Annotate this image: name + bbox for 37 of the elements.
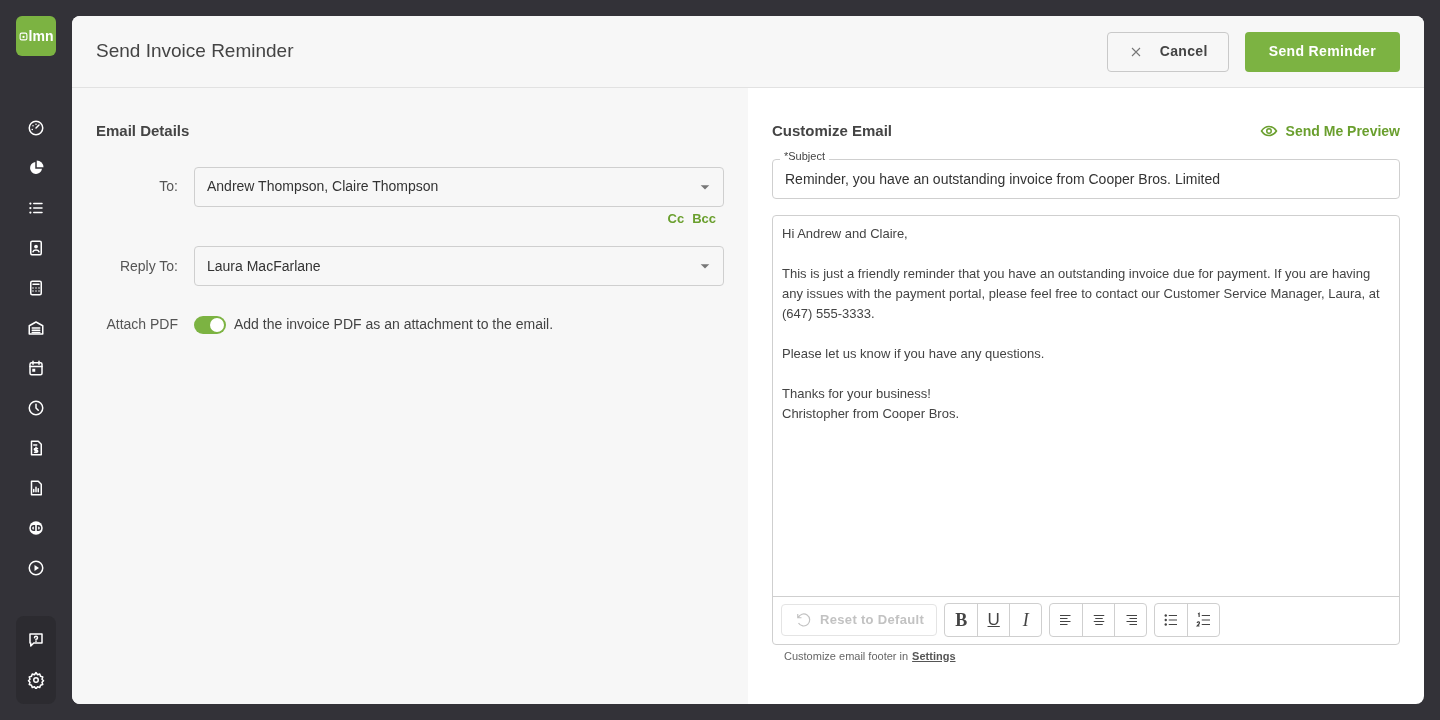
toggle-description: Add the invoice PDF as an attachment to the email. xyxy=(234,315,554,334)
to-select[interactable]: Andrew Thompson, Claire Thompson xyxy=(194,166,724,207)
underline-button[interactable]: U xyxy=(977,604,1010,636)
field-label: Attach PDF xyxy=(105,315,179,334)
body-text: Thanks for your business! xyxy=(782,384,932,403)
toggle-switch[interactable] xyxy=(194,315,226,334)
undo-icon xyxy=(794,611,812,629)
field-label: Reply To: xyxy=(118,256,179,276)
settings-icon xyxy=(27,671,45,689)
dashboard-gauge-icon xyxy=(27,119,45,137)
calendar-icon xyxy=(27,359,45,377)
footer-note: Customize email footer in xyxy=(784,648,909,664)
list-icon xyxy=(27,199,45,217)
play-circle-icon xyxy=(27,559,45,577)
body-text: Hi Andrew and Claire, xyxy=(782,224,909,243)
pie-chart-icon xyxy=(27,159,45,177)
reply-to-select[interactable]: Laura MacFarlane xyxy=(194,246,724,286)
garage-icon xyxy=(27,319,45,337)
contact-card-icon xyxy=(27,239,45,257)
cancel-button[interactable]: Cancel xyxy=(1106,31,1229,72)
body-text: Christopher from Cooper Bros. xyxy=(782,404,960,423)
dialog-title: Send Invoice Reminder xyxy=(96,39,295,64)
numbered-list-icon xyxy=(1194,611,1213,629)
section-heading: Customize Email xyxy=(772,121,894,141)
help-chat-icon xyxy=(27,631,45,649)
body-text: This is just a friendly reminder that you have an outstanding invoice due for payment. If you are having any issues with the payment portal, please feel free to contact our Customer Service Manager, Laura, at (647) 555-3333. xyxy=(782,264,1381,323)
body-text: Please let us know if you have any questions. xyxy=(782,344,1046,363)
field-label: To: xyxy=(158,177,179,196)
italic-button[interactable]: I xyxy=(1009,604,1042,636)
clock-icon xyxy=(27,399,45,417)
logo-mark-icon xyxy=(18,31,28,41)
calculator-icon xyxy=(27,279,45,297)
settings-link[interactable]: Settings xyxy=(912,647,956,664)
logo-text: lmn xyxy=(28,29,54,43)
bold-button[interactable]: B xyxy=(945,604,978,636)
section-heading: Email Details xyxy=(96,121,191,141)
floating-label: *Subject xyxy=(780,150,829,162)
